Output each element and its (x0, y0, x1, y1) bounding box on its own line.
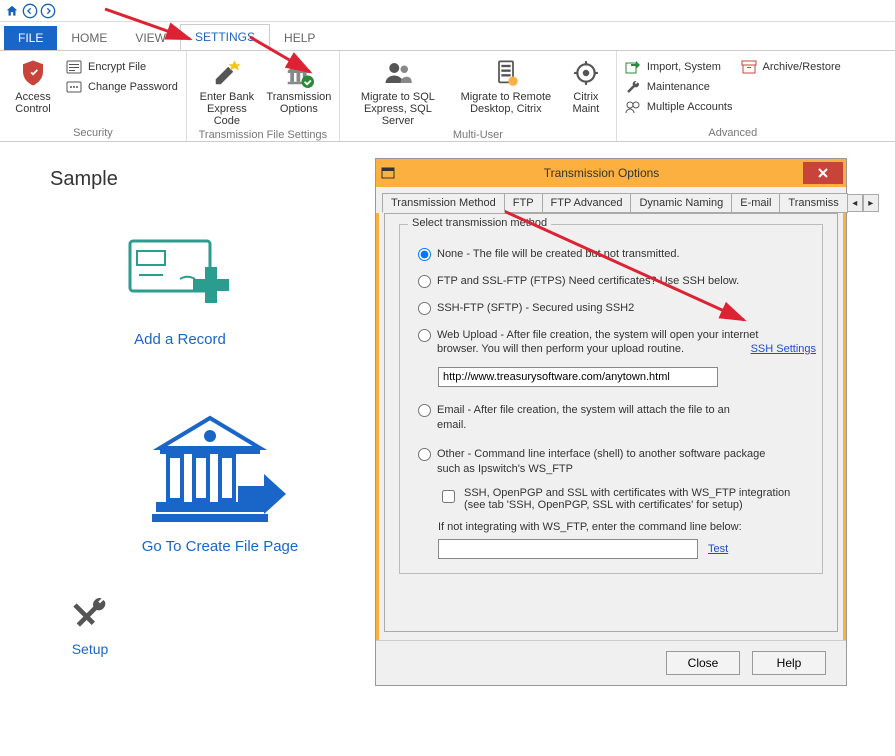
transmission-options-dialog: Transmission Options Transmission Method… (375, 158, 847, 686)
radio-email-label: Email - After file creation, the system … (437, 403, 757, 433)
dialog-help-button[interactable]: Help (752, 651, 826, 675)
pencil-star-icon (211, 57, 243, 89)
gear-icon (570, 57, 602, 89)
dialog-close-button[interactable] (803, 162, 843, 184)
password-icon (66, 79, 82, 95)
migrate-remote-button[interactable]: Migrate to Remote Desktop, Citrix (456, 55, 556, 115)
group-security-label: Security (8, 125, 178, 139)
radio-web-label: Web Upload - After file creation, the sy… (437, 328, 767, 358)
users-icon (382, 57, 414, 89)
dlg-tab-dyn[interactable]: Dynamic Naming (630, 193, 732, 213)
radio-ssh[interactable] (418, 302, 431, 315)
tab-file[interactable]: FILE (4, 26, 57, 50)
home-icon[interactable] (4, 3, 20, 19)
group-transmission-label: Transmission File Settings (195, 127, 331, 141)
maintenance-button[interactable]: Maintenance (625, 79, 733, 95)
dialog-icon (376, 167, 400, 179)
radio-email[interactable] (418, 404, 431, 417)
archive-icon (741, 59, 757, 75)
fieldset-legend: Select transmission method (408, 217, 551, 229)
radio-ftp-label: FTP and SSL-FTP (FTPS) Need certificates… (437, 274, 739, 289)
wrench-icon (625, 79, 641, 95)
transmission-options-button[interactable]: Transmission Options (267, 55, 331, 115)
chk-wsftp[interactable] (442, 490, 455, 503)
dlg-tab-email[interactable]: E-mail (731, 193, 780, 213)
import-system-button[interactable]: Import, System (625, 59, 733, 75)
ribbon: Access Control Encrypt File Change Passw… (0, 50, 895, 142)
radio-other[interactable] (418, 448, 431, 461)
bank-icon (283, 57, 315, 89)
dlg-tab-method[interactable]: Transmission Method (382, 193, 505, 213)
close-icon (817, 167, 829, 179)
radio-ftp[interactable] (418, 275, 431, 288)
tab-help[interactable]: HELP (270, 26, 329, 50)
radio-none-label: None - The file will be created but not … (437, 247, 680, 262)
change-password-button[interactable]: Change Password (66, 79, 178, 95)
tools-icon (70, 595, 110, 635)
back-icon[interactable] (22, 3, 38, 19)
create-file-button[interactable]: Go To Create File Page (100, 408, 340, 555)
tabs-scroll-left[interactable]: ◂ (847, 194, 863, 212)
encrypt-icon (66, 59, 82, 75)
access-control-label: Access Control (15, 91, 50, 115)
tab-home[interactable]: HOME (57, 26, 121, 50)
fieldset-method: Select transmission method None - The fi… (399, 224, 823, 574)
dialog-tabs: Transmission Method FTP FTP Advanced Dyn… (376, 187, 846, 213)
web-url-input[interactable] (438, 367, 718, 387)
radio-none[interactable] (418, 248, 431, 261)
access-control-button[interactable]: Access Control (8, 55, 58, 115)
tabs-scroll-right[interactable]: ▸ (863, 194, 879, 212)
cmd-line-input[interactable] (438, 539, 698, 559)
chk-wsftp-label: SSH, OpenPGP and SSL with certificates w… (464, 487, 794, 511)
radio-ssh-label: SSH-FTP (SFTP) - Secured using SSH2 (437, 301, 634, 316)
forward-icon[interactable] (40, 3, 56, 19)
accounts-icon (625, 99, 641, 115)
shield-icon (17, 57, 49, 89)
server-icon (490, 57, 522, 89)
tab-settings[interactable]: SETTINGS (180, 24, 270, 50)
setup-button[interactable]: Setup (50, 595, 130, 657)
encrypt-file-button[interactable]: Encrypt File (66, 59, 178, 75)
ribbon-tabs: FILE HOME VIEW SETTINGS HELP (0, 22, 895, 50)
create-file-label: Go To Create File Page (142, 538, 298, 555)
group-multiuser-label: Multi-User (348, 127, 608, 141)
add-record-label: Add a Record (134, 331, 226, 348)
dialog-title: Transmission Options (400, 166, 803, 180)
enter-bank-button[interactable]: Enter Bank Express Code (195, 55, 259, 127)
add-record-button[interactable]: Add a Record (60, 231, 300, 348)
import-icon (625, 59, 641, 75)
tab-view[interactable]: VIEW (121, 26, 180, 50)
add-record-icon (125, 231, 235, 321)
dlg-tab-ftp[interactable]: FTP (504, 193, 543, 213)
group-advanced-label: Advanced (625, 125, 841, 139)
migrate-sql-button[interactable]: Migrate to SQL Express, SQL Server (348, 55, 448, 127)
test-link[interactable]: Test (708, 543, 728, 555)
archive-restore-button[interactable]: Archive/Restore (741, 59, 841, 75)
multiple-accounts-button[interactable]: Multiple Accounts (625, 99, 733, 115)
citrix-maint-button[interactable]: Citrix Maint (564, 55, 608, 115)
dlg-tab-ftpadv[interactable]: FTP Advanced (542, 193, 632, 213)
cmd-line-label: If not integrating with WS_FTP, enter th… (438, 521, 812, 533)
radio-web[interactable] (418, 329, 431, 342)
radio-other-label: Other - Command line interface (shell) t… (437, 447, 777, 477)
bank-arrow-icon (150, 408, 290, 528)
dialog-close-footer-button[interactable]: Close (666, 651, 740, 675)
dlg-tab-trans[interactable]: Transmiss (779, 193, 847, 213)
ssh-settings-link[interactable]: SSH Settings (751, 343, 816, 355)
